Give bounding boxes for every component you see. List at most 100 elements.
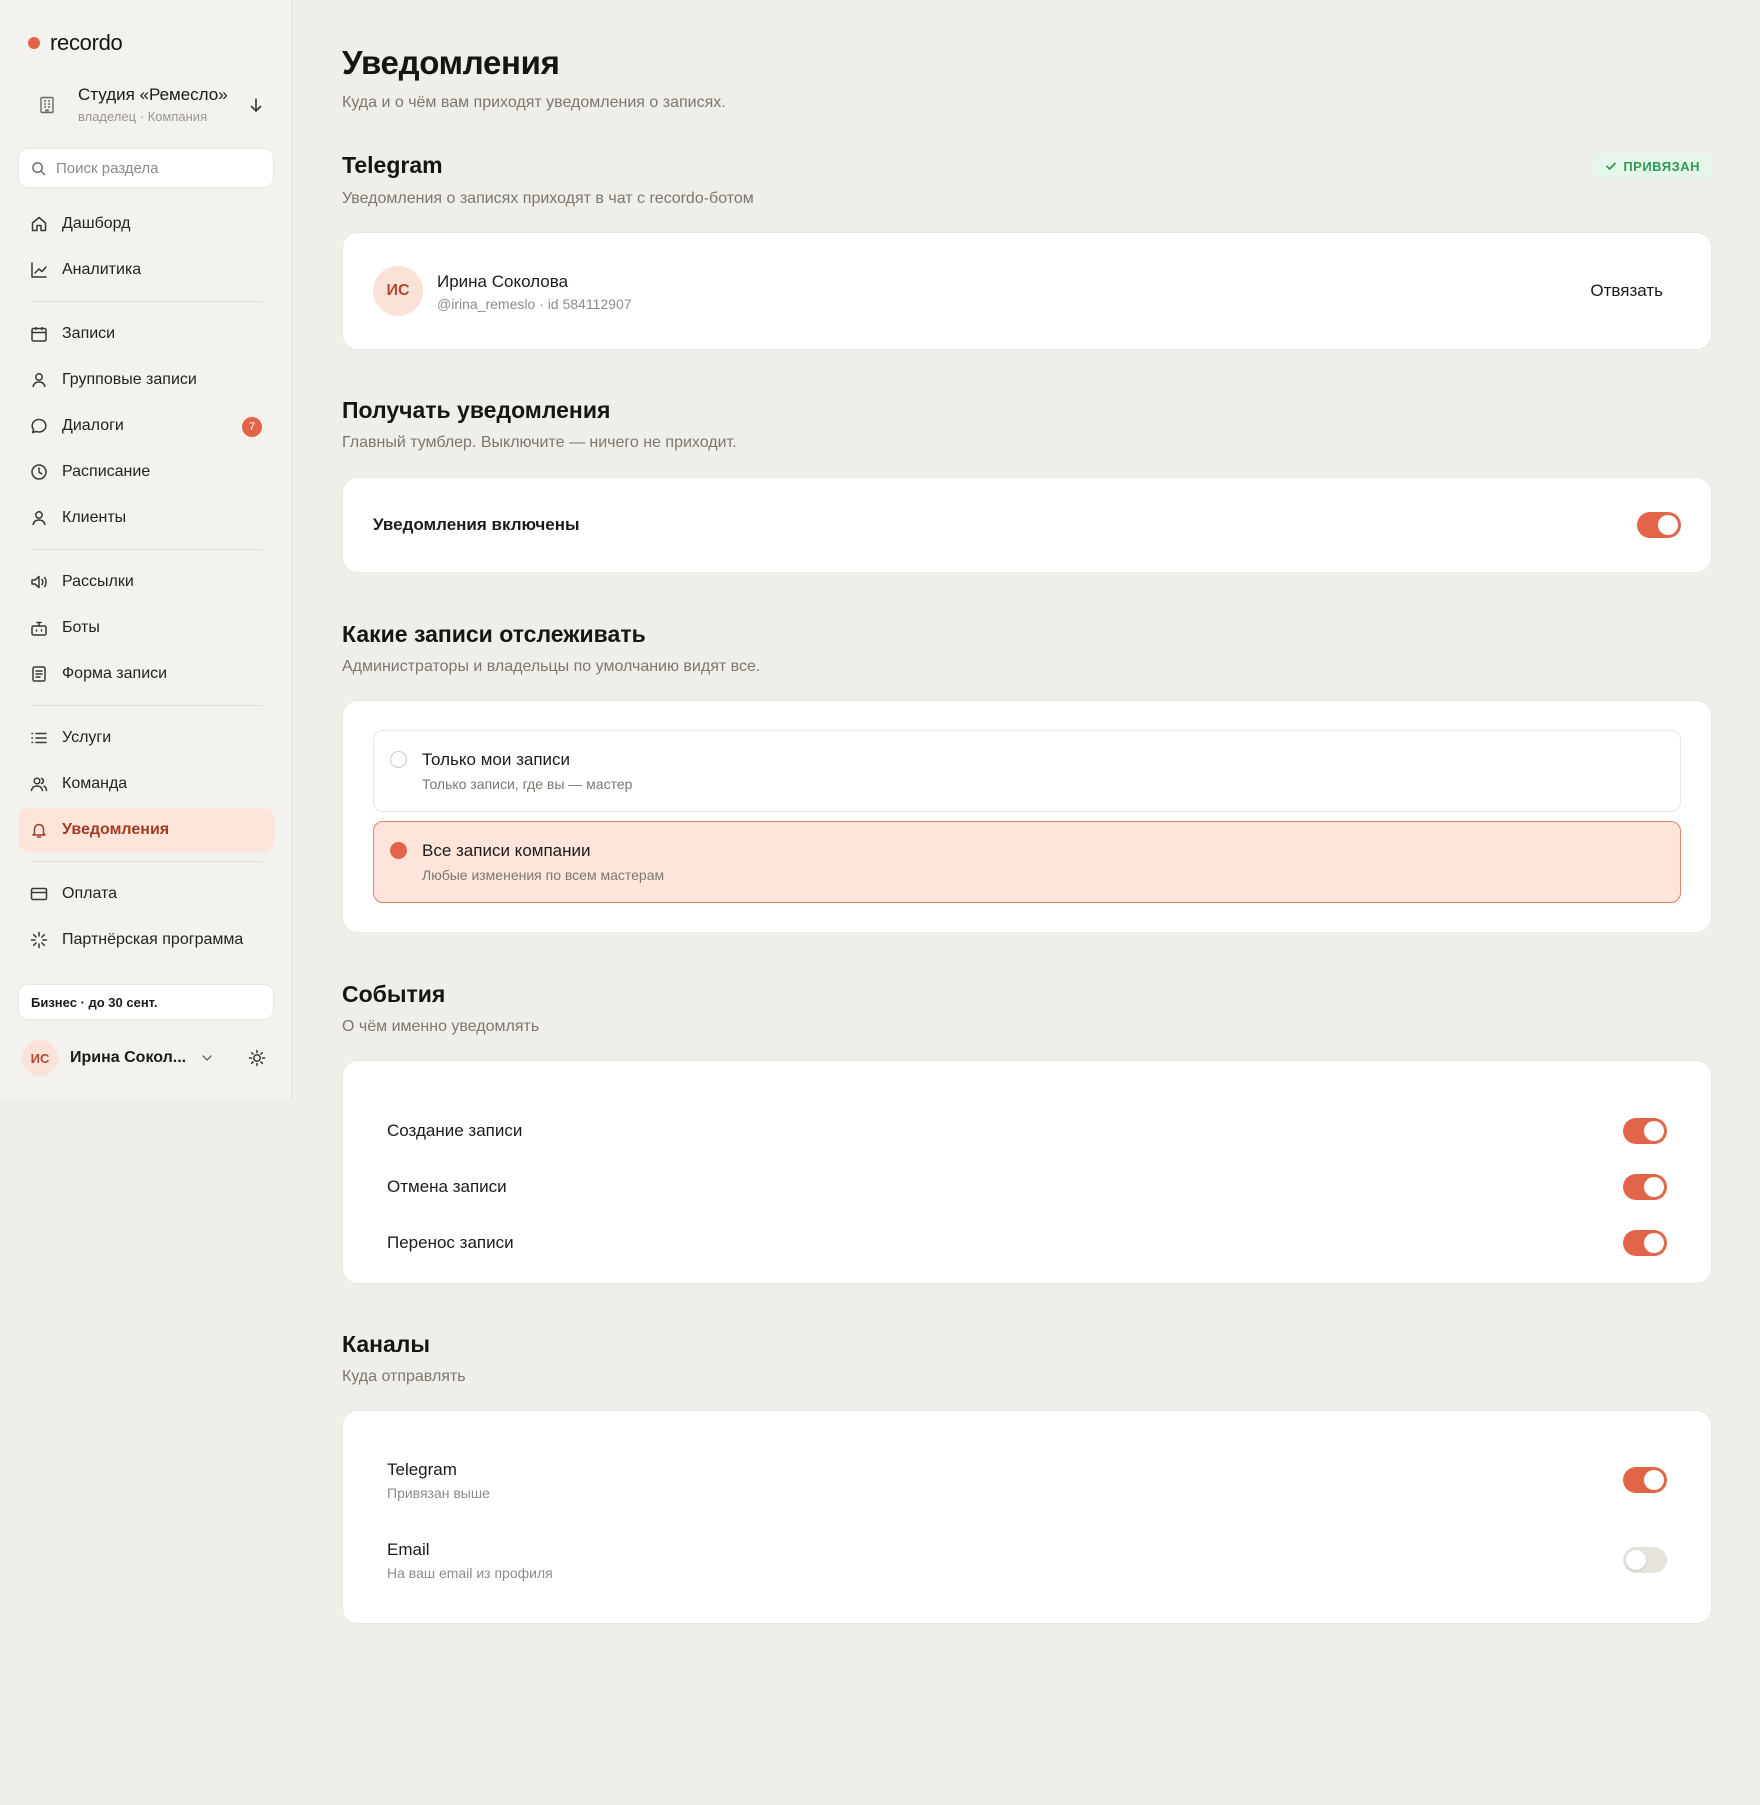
sidebar-item-dashboard[interactable]: Дашборд bbox=[18, 202, 274, 246]
unlink-button[interactable]: Отвязать bbox=[1590, 281, 1663, 301]
sidebar-item-payment[interactable]: Оплата bbox=[18, 872, 274, 916]
logo-text: recordo bbox=[50, 30, 123, 55]
receive-section-title: Получать уведомления bbox=[342, 397, 611, 423]
sidebar-item-notifications[interactable]: Уведомления bbox=[18, 808, 274, 852]
scope-option-title: Все записи компании bbox=[422, 841, 591, 860]
event-reschedule-toggle[interactable] bbox=[1623, 1230, 1667, 1256]
page-title: Уведомления bbox=[342, 44, 560, 81]
sidebar-item-label: Аналитика bbox=[62, 261, 142, 278]
sidebar-item-label: Форма записи bbox=[62, 665, 168, 682]
bot-icon bbox=[30, 619, 48, 637]
search-icon bbox=[31, 161, 46, 176]
clock-icon bbox=[30, 463, 48, 481]
radio-button[interactable] bbox=[390, 842, 407, 859]
chart-line-icon bbox=[30, 261, 48, 279]
channel-row-email: Email На ваш email из профиля bbox=[387, 1535, 1667, 1585]
telegram-account-name: Ирина Соколова bbox=[437, 271, 569, 291]
scope-section-title: Какие записи отслеживать bbox=[342, 621, 646, 647]
search-box[interactable] bbox=[18, 148, 274, 188]
user-icon bbox=[30, 371, 48, 389]
event-row-create: Создание записи bbox=[387, 1116, 1667, 1146]
nav-divider bbox=[30, 861, 262, 862]
sidebar-item-dialogs[interactable]: Диалоги 7 bbox=[18, 404, 274, 448]
user-menu[interactable]: ИС Ирина Сокол... bbox=[22, 1038, 274, 1078]
plan-label: Бизнес · до 30 сент. bbox=[31, 994, 158, 1010]
search-input[interactable] bbox=[56, 159, 261, 177]
arrow-down-icon[interactable] bbox=[244, 97, 268, 113]
nav-divider bbox=[30, 301, 262, 302]
nav-divider bbox=[30, 705, 262, 706]
sidebar-item-label: Диалоги bbox=[62, 417, 124, 434]
events-section-subtitle: О чём именно уведомлять bbox=[342, 1018, 540, 1035]
sidebar-item-schedule[interactable]: Расписание bbox=[18, 450, 274, 494]
user-icon bbox=[30, 509, 48, 527]
scope-option-title: Только мои записи bbox=[422, 750, 571, 769]
sidebar-item-label: Услуги bbox=[62, 729, 112, 746]
sidebar-item-label: Команда bbox=[62, 775, 128, 792]
receive-section-subtitle: Главный тумблер. Выключите — ничего не п… bbox=[342, 434, 737, 451]
scope-option-subtitle: Любые изменения по всем мастерам bbox=[422, 867, 665, 883]
sidebar-item-label: Боты bbox=[62, 619, 100, 636]
chevron-down-icon[interactable] bbox=[200, 1051, 214, 1065]
channel-telegram-toggle[interactable] bbox=[1623, 1467, 1667, 1493]
sidebar-item-label: Клиенты bbox=[62, 509, 127, 526]
sidebar-item-group-bookings[interactable]: Групповые записи bbox=[18, 358, 274, 402]
scope-option-mine[interactable]: Только мои записи Только записи, где вы … bbox=[373, 730, 1681, 812]
channel-email-toggle[interactable] bbox=[1623, 1547, 1667, 1573]
sidebar-item-booking-form[interactable]: Форма записи bbox=[18, 652, 274, 696]
chat-icon bbox=[30, 417, 48, 435]
sidebar: recordo Студия «Ремесло» владелец · Комп… bbox=[0, 0, 292, 1100]
form-icon bbox=[30, 665, 48, 683]
telegram-section-title: Telegram bbox=[342, 152, 443, 178]
check-icon bbox=[1605, 160, 1617, 172]
sun-icon[interactable] bbox=[248, 1049, 266, 1067]
sidebar-item-bookings[interactable]: Записи bbox=[18, 312, 274, 356]
company-name: Студия «Ремесло» bbox=[78, 85, 228, 104]
sidebar-item-analytics[interactable]: Аналитика bbox=[18, 248, 274, 292]
sidebar-item-mailings[interactable]: Рассылки bbox=[18, 560, 274, 604]
event-label: Создание записи bbox=[387, 1121, 523, 1140]
channel-row-telegram: Telegram Привязан выше bbox=[387, 1455, 1667, 1505]
company-switcher[interactable]: Студия «Ремесло» владелец · Компания bbox=[18, 76, 274, 134]
logo[interactable]: recordo bbox=[28, 30, 123, 56]
unread-badge: 7 bbox=[242, 417, 262, 437]
sidebar-item-label: Оплата bbox=[62, 885, 118, 902]
sidebar-item-label: Рассылки bbox=[62, 573, 134, 590]
sidebar-item-label: Групповые записи bbox=[62, 371, 197, 388]
status-badge-label: ПРИВЯЗАН bbox=[1623, 158, 1700, 174]
scope-option-all[interactable]: Все записи компании Любые изменения по в… bbox=[373, 821, 1681, 903]
users-icon bbox=[30, 775, 48, 793]
master-notifications-toggle[interactable] bbox=[1637, 512, 1681, 538]
event-cancel-toggle[interactable] bbox=[1623, 1174, 1667, 1200]
user-name: Ирина Сокол... bbox=[70, 1049, 187, 1066]
sidebar-nav: Дашборд Аналитика Записи Групповые запис… bbox=[18, 202, 274, 964]
radio-button[interactable] bbox=[390, 751, 407, 768]
channels-section-title: Каналы bbox=[342, 1331, 431, 1357]
avatar: ИС bbox=[373, 266, 423, 316]
master-toggle-card: Уведомления включены bbox=[342, 477, 1712, 573]
sidebar-item-clients[interactable]: Клиенты bbox=[18, 496, 274, 540]
nav-divider bbox=[30, 549, 262, 550]
event-create-toggle[interactable] bbox=[1623, 1118, 1667, 1144]
telegram-account-handle: @irina_remeslo · id 584112907 bbox=[437, 295, 632, 312]
channel-subtitle: На ваш email из профиля bbox=[387, 1565, 553, 1581]
company-role: владелец · Компания bbox=[78, 109, 208, 124]
telegram-section-subtitle: Уведомления о записях приходят в чат с r… bbox=[342, 190, 754, 207]
sidebar-item-team[interactable]: Команда bbox=[18, 762, 274, 806]
home-icon bbox=[30, 215, 48, 233]
logo-dot-icon bbox=[28, 37, 40, 49]
channels-card: Telegram Привязан выше Email На ваш emai… bbox=[342, 1410, 1712, 1624]
sidebar-item-label: Дашборд bbox=[62, 215, 131, 232]
event-label: Перенос записи bbox=[387, 1233, 514, 1252]
list-icon bbox=[30, 729, 48, 747]
bell-icon bbox=[30, 821, 48, 839]
plan-badge[interactable]: Бизнес · до 30 сент. bbox=[18, 984, 274, 1020]
sidebar-item-partner-program[interactable]: Партнёрская программа bbox=[18, 918, 274, 962]
event-row-cancel: Отмена записи bbox=[387, 1172, 1667, 1202]
building-icon bbox=[30, 96, 64, 114]
events-section-title: События bbox=[342, 981, 446, 1007]
channel-title: Email bbox=[387, 1540, 430, 1559]
sidebar-item-bots[interactable]: Боты bbox=[18, 606, 274, 650]
channels-section-subtitle: Куда отправлять bbox=[342, 1368, 466, 1385]
sidebar-item-services[interactable]: Услуги bbox=[18, 716, 274, 760]
